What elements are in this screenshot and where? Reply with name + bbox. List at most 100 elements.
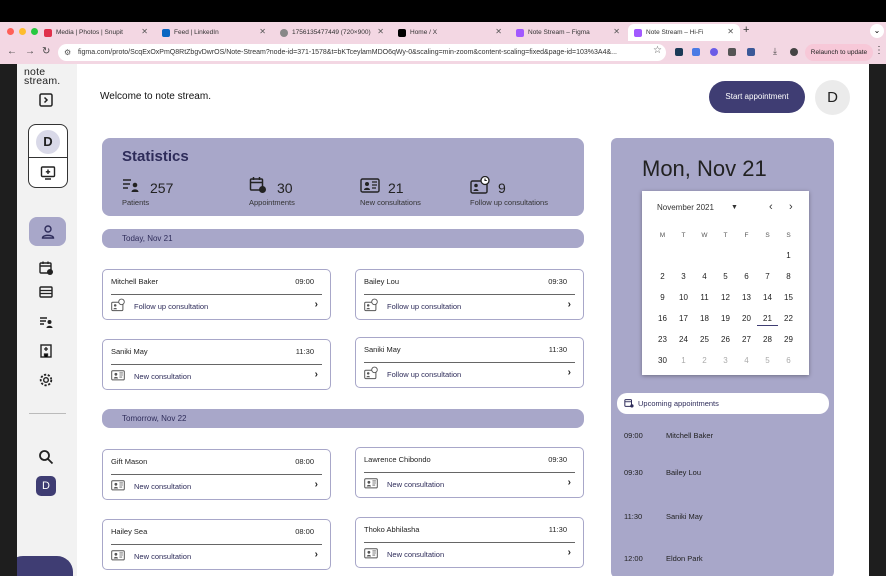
appointment-card[interactable]: Thoko Abhilasha 11:30 New consultation ›: [355, 517, 584, 568]
calendar-day[interactable]: 3: [673, 270, 694, 284]
calendar-day[interactable]: 22: [778, 312, 799, 326]
calendar-day[interactable]: 6: [778, 354, 799, 368]
calendar-day[interactable]: 19: [715, 312, 736, 326]
extension-icon[interactable]: [728, 48, 736, 56]
reload-icon[interactable]: ↻: [42, 46, 50, 57]
close-tab-icon[interactable]: ✕: [727, 27, 734, 36]
calendar-month-label[interactable]: November 2021: [657, 203, 714, 212]
sidebar-item-patient-list[interactable]: [35, 311, 57, 333]
sidebar-item-hospital[interactable]: [35, 340, 57, 362]
address-bar[interactable]: figma.com/proto/ScqExOxPmQ8RtZbgvDwrOS/N…: [58, 44, 666, 61]
calendar-day[interactable]: 25: [694, 333, 715, 347]
extension-icon[interactable]: [692, 48, 700, 56]
sidebar-item-records[interactable]: [35, 281, 57, 303]
browser-tab-x[interactable]: Home / X ✕: [392, 24, 508, 41]
chevron-right-icon[interactable]: ›: [315, 479, 318, 490]
back-arrow-icon[interactable]: ←: [7, 46, 17, 57]
browser-tab-snupit[interactable]: Media | Photos | Snupit ✕: [38, 24, 154, 41]
bookmark-star-icon[interactable]: ☆: [653, 45, 662, 56]
appointment-card[interactable]: Lawrence Chibondo 09:30 New consultation…: [355, 447, 584, 498]
calendar-day[interactable]: 15: [778, 291, 799, 305]
appointment-card[interactable]: Hailey Sea 08:00 New consultation ›: [102, 519, 331, 570]
profile-avatar[interactable]: D: [36, 130, 60, 154]
header-avatar[interactable]: D: [815, 80, 850, 115]
minimize-window-button[interactable]: [19, 28, 26, 35]
close-tab-icon[interactable]: ✕: [259, 27, 266, 36]
extension-icon[interactable]: [675, 48, 683, 56]
calendar-day[interactable]: 21: [757, 312, 778, 326]
zoom-window-button[interactable]: [31, 28, 38, 35]
calendar-day[interactable]: 13: [736, 291, 757, 305]
profile-card[interactable]: D: [28, 124, 68, 188]
extension-icon[interactable]: [710, 48, 718, 56]
browser-tab-figma[interactable]: Note Stream – Figma ✕: [510, 24, 626, 41]
extension-icon[interactable]: [747, 48, 755, 56]
download-icon[interactable]: ⤓: [773, 46, 777, 57]
chevron-right-icon[interactable]: ›: [568, 477, 571, 488]
upcoming-appointments-header[interactable]: Upcoming appointments: [617, 393, 829, 414]
sidebar-search[interactable]: [35, 446, 57, 468]
calendar-day[interactable]: 6: [736, 270, 757, 284]
new-tab-icon[interactable]: +: [743, 24, 749, 36]
calendar-day[interactable]: 1: [778, 249, 799, 263]
chevron-right-icon[interactable]: ›: [315, 549, 318, 560]
calendar-day[interactable]: 1: [673, 354, 694, 368]
relaunch-to-update-button[interactable]: Relaunch to update: [805, 44, 873, 61]
calendar-day[interactable]: 2: [694, 354, 715, 368]
calendar-day[interactable]: 9: [652, 291, 673, 305]
calendar-day[interactable]: 30: [652, 354, 673, 368]
appointment-card[interactable]: Saniki May 11:30 New consultation ›: [102, 339, 331, 390]
calendar-day[interactable]: 10: [673, 291, 694, 305]
calendar-day[interactable]: 4: [736, 354, 757, 368]
sidebar-item-patients[interactable]: [29, 217, 66, 246]
sidebar-item-settings[interactable]: [35, 369, 57, 391]
chevron-right-icon[interactable]: ›: [568, 299, 571, 310]
appointment-card[interactable]: Bailey Lou 09:30 Follow up consultation …: [355, 269, 584, 320]
calendar-day[interactable]: 18: [694, 312, 715, 326]
calendar-day[interactable]: 23: [652, 333, 673, 347]
calendar-day[interactable]: 28: [757, 333, 778, 347]
month-dropdown-caret-icon[interactable]: ▼: [731, 204, 738, 211]
calendar-day[interactable]: 26: [715, 333, 736, 347]
browser-menu-icon[interactable]: ⋮: [874, 45, 884, 56]
toggle-sidebar-icon[interactable]: [35, 89, 57, 111]
browser-tab-linkedin[interactable]: Feed | LinkedIn ✕: [156, 24, 272, 41]
appointment-card[interactable]: Gift Mason 08:00 New consultation ›: [102, 449, 331, 500]
calendar-day[interactable]: 8: [778, 270, 799, 284]
chevron-right-icon[interactable]: ›: [568, 367, 571, 378]
chevron-right-icon[interactable]: ›: [315, 369, 318, 380]
calendar-day[interactable]: 5: [757, 354, 778, 368]
tab-search-chevron-icon[interactable]: ⌄: [870, 24, 884, 38]
next-month-icon[interactable]: ›: [789, 201, 793, 213]
calendar-day[interactable]: 16: [652, 312, 673, 326]
chevron-right-icon[interactable]: ›: [315, 299, 318, 310]
sidebar-bottom-tab[interactable]: [17, 556, 73, 576]
calendar-day[interactable]: 12: [715, 291, 736, 305]
close-window-button[interactable]: [7, 28, 14, 35]
calendar-day[interactable]: 20: [736, 312, 757, 326]
calendar-day[interactable]: 24: [673, 333, 694, 347]
appointment-card[interactable]: Mitchell Baker 09:00 Follow up consultat…: [102, 269, 331, 320]
sidebar-item-calendar[interactable]: [35, 257, 57, 279]
calendar-day[interactable]: 7: [757, 270, 778, 284]
start-appointment-button[interactable]: Start appointment: [709, 81, 805, 113]
sidebar-user-avatar[interactable]: D: [36, 476, 56, 496]
previous-month-icon[interactable]: ‹: [769, 201, 773, 213]
close-tab-icon[interactable]: ✕: [495, 27, 502, 36]
add-screen-icon[interactable]: [37, 162, 59, 184]
close-tab-icon[interactable]: ✕: [141, 27, 148, 36]
close-tab-icon[interactable]: ✕: [377, 27, 384, 36]
calendar-day[interactable]: 11: [694, 291, 715, 305]
calendar-day[interactable]: 2: [652, 270, 673, 284]
chevron-right-icon[interactable]: ›: [568, 547, 571, 558]
browser-tab-image[interactable]: 1756135477449 (720×900) ✕: [274, 24, 390, 41]
forward-arrow-icon[interactable]: →: [25, 46, 35, 57]
profile-avatar-icon[interactable]: [790, 48, 798, 56]
calendar-day[interactable]: 29: [778, 333, 799, 347]
calendar-day[interactable]: 27: [736, 333, 757, 347]
calendar-day[interactable]: 4: [694, 270, 715, 284]
appointment-card[interactable]: Saniki May 11:30 Follow up consultation …: [355, 337, 584, 388]
browser-tab-hifi[interactable]: Note Stream – Hi-Fi ✕: [628, 24, 740, 41]
calendar-day[interactable]: 14: [757, 291, 778, 305]
calendar-day[interactable]: 3: [715, 354, 736, 368]
